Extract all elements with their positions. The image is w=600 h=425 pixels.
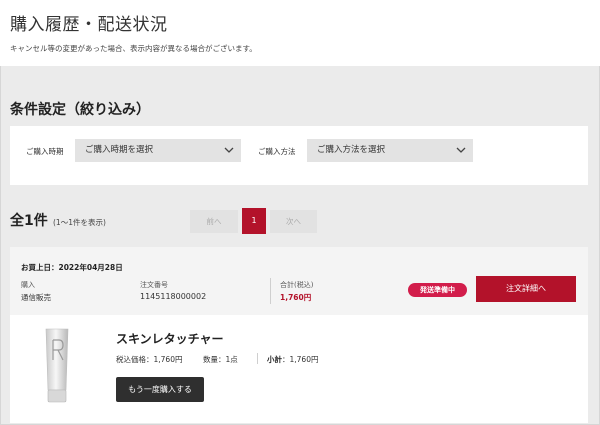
results-range: (1〜1件を表示) [53,218,106,227]
product-subtotal: 小計：1,760円 [267,354,318,365]
filter-panel: ご購入時期 ご購入時期を選択 ご購入方法 ご購入方法を選択 [10,126,588,185]
prev-page-button[interactable]: 前へ [190,210,238,233]
order-date: お買上日：2022年04月28日 [21,263,123,272]
results-count: 全1件 [10,213,48,229]
method-select[interactable]: ご購入方法を選択 [307,139,473,162]
page-note: キャンセル等の変更があった場合、表示内容が異なる場合がございます。 [10,44,257,53]
page-title: 購入履歴・配送状況 [10,15,168,35]
purchase-value: 通信販売 [21,293,51,302]
period-label: ご購入時期 [26,147,64,156]
order-item [10,315,588,423]
filter-title: 条件設定（絞り込み） [10,102,150,118]
subtotal-label: 小計 [267,355,282,364]
subtotal-value: ：1,760円 [282,355,319,364]
total-value: 1,760円 [280,293,312,302]
product-price: 税込価格：1,760円 [116,355,183,364]
order-detail-button[interactable]: 注文詳細へ [476,276,576,302]
method-label: ご購入方法 [258,147,296,156]
product-name: スキンレタッチャー [116,332,224,346]
purchase-label: 購入 [21,281,35,289]
rebuy-button[interactable]: もう一度購入する [116,377,204,402]
period-select-value: ご購入時期を選択 [85,145,154,155]
status-badge: 発送準備中 [408,283,467,297]
period-select[interactable]: ご購入時期を選択 [75,139,241,162]
product-quantity: 数量：1点 [203,355,238,364]
order-number-label: 注文番号 [140,281,168,289]
divider [270,278,271,304]
total-label: 合計(税込) [280,281,314,289]
chevron-down-icon [224,147,234,153]
chevron-down-icon [456,147,466,153]
next-page-button[interactable]: 次へ [270,210,317,233]
page-number-button[interactable]: 1 [242,208,266,234]
order-number-value: 1145118000002 [140,292,207,301]
product-image [45,328,69,403]
divider [257,353,258,364]
method-select-value: ご購入方法を選択 [317,145,386,155]
page-header: 購入履歴・配送状況 キャンセル等の変更があった場合、表示内容が異なる場合がござい… [0,0,600,66]
